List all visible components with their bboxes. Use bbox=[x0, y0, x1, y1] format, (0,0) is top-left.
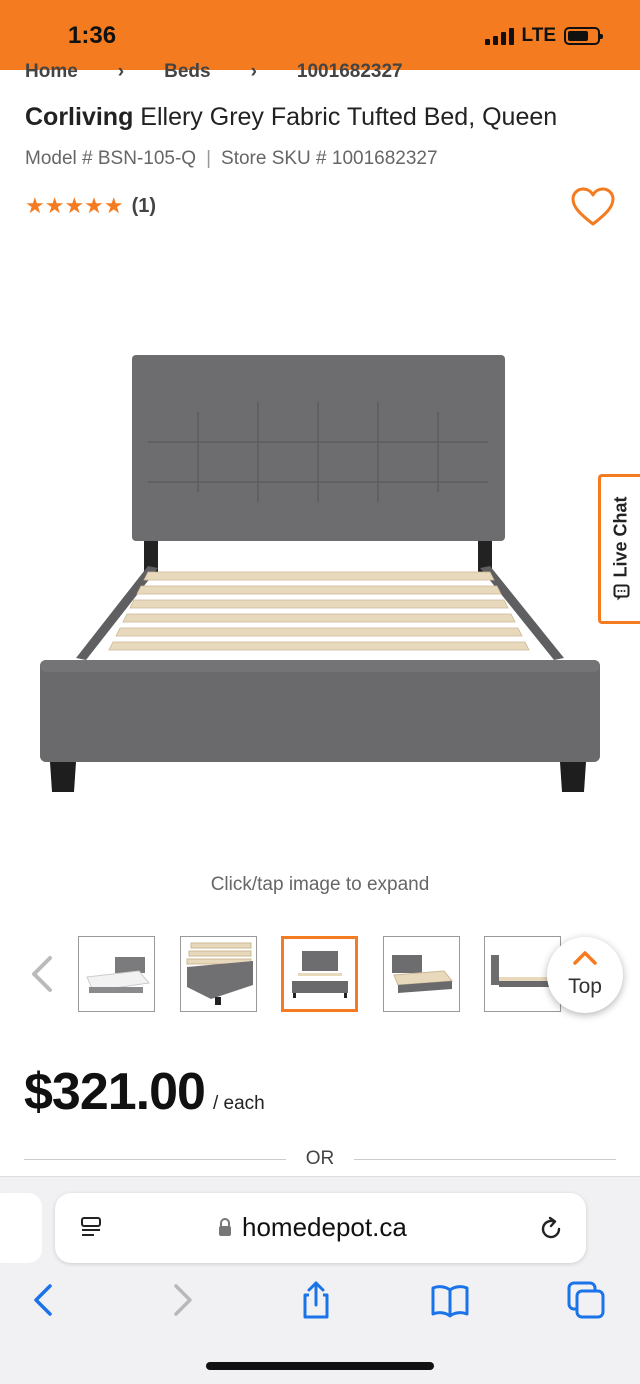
battery-icon bbox=[564, 27, 603, 45]
price: $321.00 / each bbox=[24, 1062, 265, 1122]
chevron-up-icon bbox=[573, 951, 597, 965]
rating-count[interactable]: (1) bbox=[132, 195, 156, 218]
meta-divider: | bbox=[206, 148, 212, 169]
thumbnail-3[interactable] bbox=[281, 936, 358, 1012]
chat-icon bbox=[612, 584, 629, 601]
price-value: $321.00 bbox=[24, 1063, 206, 1121]
rating[interactable]: ★★★★★ (1) bbox=[25, 193, 156, 219]
breadcrumb-home[interactable]: Home bbox=[25, 61, 78, 80]
url-text: homedepot.ca bbox=[242, 1212, 407, 1242]
product-name: Ellery Grey Fabric Tufted Bed, Queen bbox=[140, 103, 558, 131]
reader-icon[interactable] bbox=[79, 1215, 105, 1241]
reload-icon[interactable] bbox=[537, 1215, 565, 1243]
thumbnail-2[interactable] bbox=[180, 936, 257, 1012]
product-image[interactable] bbox=[38, 352, 602, 800]
breadcrumb-beds[interactable]: Beds bbox=[164, 61, 210, 80]
chevron-right-icon: › bbox=[250, 61, 257, 80]
chevron-left-icon[interactable] bbox=[28, 954, 56, 994]
breadcrumb: Home › Beds › 1001682327 bbox=[25, 58, 403, 80]
product-brand[interactable]: Corliving bbox=[25, 103, 133, 131]
or-label: OR bbox=[305, 1148, 335, 1169]
back-icon[interactable] bbox=[24, 1280, 64, 1320]
address-bar[interactable]: homedepot.ca bbox=[55, 1193, 586, 1263]
top-label: Top bbox=[568, 975, 602, 998]
breadcrumb-sku: 1001682327 bbox=[296, 61, 403, 80]
price-unit: / each bbox=[212, 1093, 265, 1114]
bookmarks-icon[interactable] bbox=[430, 1280, 470, 1320]
live-chat-button[interactable]: Live Chat bbox=[598, 474, 640, 624]
chevron-right-icon: › bbox=[117, 61, 125, 80]
network-label: LTE bbox=[521, 25, 556, 46]
store-sku: Store SKU # 1001682327 bbox=[221, 148, 438, 169]
previous-tab-preview[interactable] bbox=[0, 1193, 42, 1263]
live-chat-content: Live Chat bbox=[610, 496, 631, 601]
signal-icon bbox=[484, 27, 514, 45]
live-chat-label: Live Chat bbox=[610, 496, 630, 578]
lock-icon bbox=[219, 1218, 231, 1236]
scroll-to-top-button[interactable]: Top bbox=[547, 937, 623, 1013]
product-title: Corliving Ellery Grey Fabric Tufted Bed,… bbox=[25, 103, 557, 132]
thumbnail-carousel bbox=[0, 934, 640, 1014]
share-icon[interactable] bbox=[296, 1280, 336, 1320]
thumbnail-4[interactable] bbox=[383, 936, 460, 1012]
home-indicator bbox=[206, 1362, 434, 1370]
product-meta: Model # BSN-105-Q | Store SKU # 1001682327 bbox=[25, 148, 438, 170]
tabs-icon[interactable] bbox=[566, 1280, 606, 1320]
thumbnail-1[interactable] bbox=[78, 936, 155, 1012]
expand-hint: Click/tap image to expand bbox=[210, 874, 430, 895]
or-divider: OR bbox=[24, 1148, 616, 1172]
model-number: Model # BSN-105-Q bbox=[25, 148, 197, 169]
status-time: 1:36 bbox=[68, 22, 117, 49]
divider-line bbox=[354, 1159, 616, 1160]
forward-icon[interactable] bbox=[162, 1280, 202, 1320]
status-indicators: LTE bbox=[484, 25, 603, 47]
heart-icon[interactable] bbox=[570, 186, 616, 228]
rating-stars: ★★★★★ bbox=[25, 193, 124, 218]
divider-line bbox=[24, 1159, 286, 1160]
